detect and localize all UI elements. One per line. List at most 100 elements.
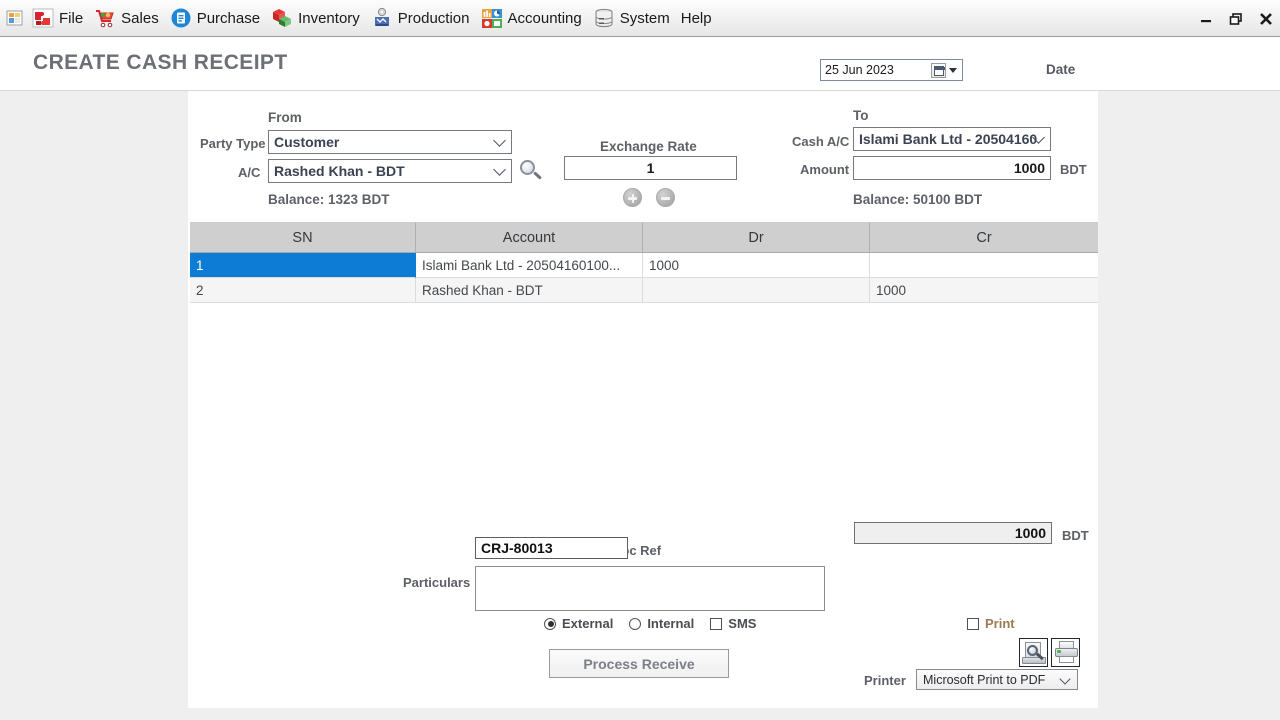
cell-account[interactable]: Rashed Khan - BDT [416,278,643,303]
from-section-header: From [268,110,302,125]
grid-header-sn[interactable]: SN [190,222,416,253]
party-type-label: Party Type [200,136,266,151]
ac-select[interactable]: Rashed Khan - BDT [268,159,512,183]
print-preview-icon [1020,638,1047,667]
printer-select[interactable]: Microsoft Print to PDF [916,669,1078,690]
table-row[interactable]: 2 Rashed Khan - BDT 1000 [190,278,1098,303]
date-value: 25 Jun 2023 [825,63,894,77]
menu-item-accounting[interactable]: Accounting [477,0,589,36]
cash-ac-select[interactable]: Islami Bank Ltd - 20504160 [853,127,1051,151]
amount-unit: BDT [1060,162,1087,177]
form-panel: From Party Type Customer A/C Rashed Khan… [188,91,1098,708]
menu-label-help: Help [680,9,712,27]
cell-sn[interactable]: 1 [190,253,416,278]
menu-label-production: Production [397,9,470,27]
label-external: External [562,616,614,631]
amount-value: 1000 [1013,160,1045,176]
menu-label-sales: Sales [121,9,159,27]
menu-label-file: File [59,9,84,27]
restore-icon[interactable] [1228,11,1244,27]
cell-cr[interactable] [870,253,1098,278]
grid-header-dr[interactable]: Dr [643,222,870,253]
print-button[interactable] [1051,638,1080,667]
menu-item-help[interactable]: Help [677,0,719,36]
charts-icon [481,7,503,29]
cell-dr[interactable]: 1000 [643,253,870,278]
menu-item-sales[interactable]: Sales [90,0,166,36]
remove-row-button[interactable] [656,188,675,207]
page-title: CREATE CASH RECEIPT [33,51,288,74]
server-icon [593,7,615,29]
checkbox-print[interactable] [967,617,979,630]
radio-internal[interactable] [629,617,642,630]
cell-cr[interactable]: 1000 [870,278,1098,303]
from-balance: Balance: 1323 BDT [268,192,390,207]
menu-label-accounting: Accounting [507,9,582,27]
menu-item-purchase[interactable]: Purchase [166,0,267,36]
total-amount-display: 1000 [854,522,1052,544]
shopping-cart-icon [94,7,116,29]
delivery-options: External Internal SMS [544,616,772,631]
chevron-down-icon [1059,672,1071,685]
cash-ac-value: Islami Bank Ltd - 20504160 [859,131,1038,147]
print-preview-button[interactable] [1019,638,1048,667]
label-sms: SMS [728,616,757,631]
ac-label: A/C [238,165,261,180]
app-squares-icon [4,7,26,29]
close-icon[interactable] [1258,11,1274,27]
label-internal: Internal [647,616,695,631]
cell-sn[interactable]: 2 [190,278,416,303]
party-type-value: Customer [274,134,340,150]
menu-item-production[interactable]: Production [367,0,477,36]
grid-header-account[interactable]: Account [416,222,643,253]
exchange-rate-input[interactable]: 1 [564,156,737,180]
table-row[interactable]: 1 Islami Bank Ltd - 20504160100... 1000 [190,253,1098,278]
menu-item-system[interactable]: System [589,0,677,36]
amount-label: Amount [800,162,850,177]
print-option: Print [967,616,1015,631]
label-print: Print [985,616,1015,631]
total-value: 1000 [1014,525,1046,541]
menu-item-inventory[interactable]: Inventory [267,0,367,36]
particulars-input[interactable] [475,566,825,611]
journal-grid: SN Account Dr Cr 1 Islami Bank Ltd - 205… [190,222,1098,303]
total-unit: BDT [1062,528,1089,543]
menu-label-purchase: Purchase [196,9,261,27]
boxes-icon [271,7,293,29]
page-body: From Party Type Customer A/C Rashed Khan… [0,91,1280,720]
menu-label-inventory: Inventory [298,9,360,27]
to-section-header: To [853,108,869,123]
window-controls [1198,0,1274,37]
date-field[interactable]: 25 Jun 2023 [820,59,963,81]
ac-value: Rashed Khan - BDT [274,163,405,179]
cash-ac-label: Cash A/C [792,134,850,149]
menu-label-system: System [619,9,670,27]
document-blue-icon [170,7,192,29]
add-row-button[interactable] [623,188,642,207]
chevron-down-icon[interactable] [949,67,957,73]
menu-item-file[interactable]: File [28,0,90,36]
title-strip: CREATE CASH RECEIPT 25 Jun 2023 Date [0,37,1280,91]
gear-factory-icon [371,7,393,29]
party-type-select[interactable]: Customer [268,130,512,154]
checkbox-sms[interactable] [710,617,723,630]
chevron-down-icon [493,163,506,176]
cell-dr[interactable] [643,278,870,303]
doc-ref-input[interactable]: CRJ-80013 [475,537,628,559]
calendar-icon[interactable] [931,62,946,78]
menu-bar: File Sales Purchase Inventory Production… [0,0,1280,37]
process-receive-button[interactable]: Process Receive [549,649,729,678]
doc-ref-value: CRJ-80013 [481,540,553,556]
search-icon[interactable] [519,159,543,183]
radio-external[interactable] [544,617,556,630]
to-balance: Balance: 50100 BDT [853,192,983,207]
exchange-rate-label: Exchange Rate [600,139,697,154]
process-receive-label: Process Receive [583,655,695,672]
amount-input[interactable]: 1000 [853,156,1051,180]
puzzle-icon [32,7,54,29]
printer-value: Microsoft Print to PDF [923,672,1046,687]
cell-account[interactable]: Islami Bank Ltd - 20504160100... [416,253,643,278]
minimize-icon[interactable] [1198,11,1214,27]
chevron-down-icon [493,134,506,147]
grid-header-cr[interactable]: Cr [870,222,1098,253]
